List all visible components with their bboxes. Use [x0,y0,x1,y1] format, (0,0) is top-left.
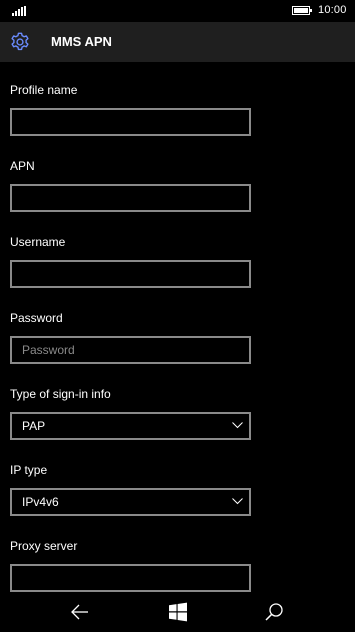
chevron-down-icon [232,422,243,429]
proxy-server-input[interactable] [12,566,247,590]
ip-type-field: IP type IPv4v6 [10,462,251,516]
chevron-down-icon [232,498,243,505]
apn-input[interactable] [12,186,247,210]
proxy-server-label: Proxy server [10,539,78,553]
password-label: Password [10,311,63,325]
apn-field: APN [10,158,251,212]
gear-icon [11,32,29,51]
apn-input-box [10,184,251,212]
sign-in-type-field: Type of sign-in info PAP [10,386,251,440]
apn-form: Profile name APN Username Password Type … [0,62,355,592]
windows-start-icon[interactable] [168,602,188,622]
ip-type-dropdown[interactable]: IPv4v6 [10,488,251,516]
proxy-server-input-box [10,564,251,592]
search-icon[interactable] [264,602,284,622]
signal-icon [12,6,26,16]
sign-in-type-dropdown[interactable]: PAP [10,412,251,440]
profile-name-field: Profile name [10,82,251,136]
password-field: Password [10,310,251,364]
password-input[interactable] [12,338,247,362]
back-arrow-icon[interactable] [70,602,90,622]
username-input-box [10,260,251,288]
ip-type-label: IP type [10,463,48,477]
page-title: MMS APN [51,34,112,49]
sign-in-type-label: Type of sign-in info [10,387,111,401]
username-field: Username [10,234,251,288]
status-time: 10:00 [318,4,347,16]
ip-type-value: IPv4v6 [22,495,59,509]
username-input[interactable] [12,262,247,286]
navigation-bar [0,592,355,632]
app-header: MMS APN [0,22,355,62]
profile-name-input-box [10,108,251,136]
proxy-server-field: Proxy server [10,538,251,592]
sign-in-type-value: PAP [22,419,46,433]
profile-name-input[interactable] [12,110,247,134]
battery-icon [292,6,312,15]
status-bar: 10:00 [0,0,355,22]
username-label: Username [10,235,66,249]
apn-label: APN [10,159,35,173]
password-input-box [10,336,251,364]
profile-name-label: Profile name [10,83,78,97]
